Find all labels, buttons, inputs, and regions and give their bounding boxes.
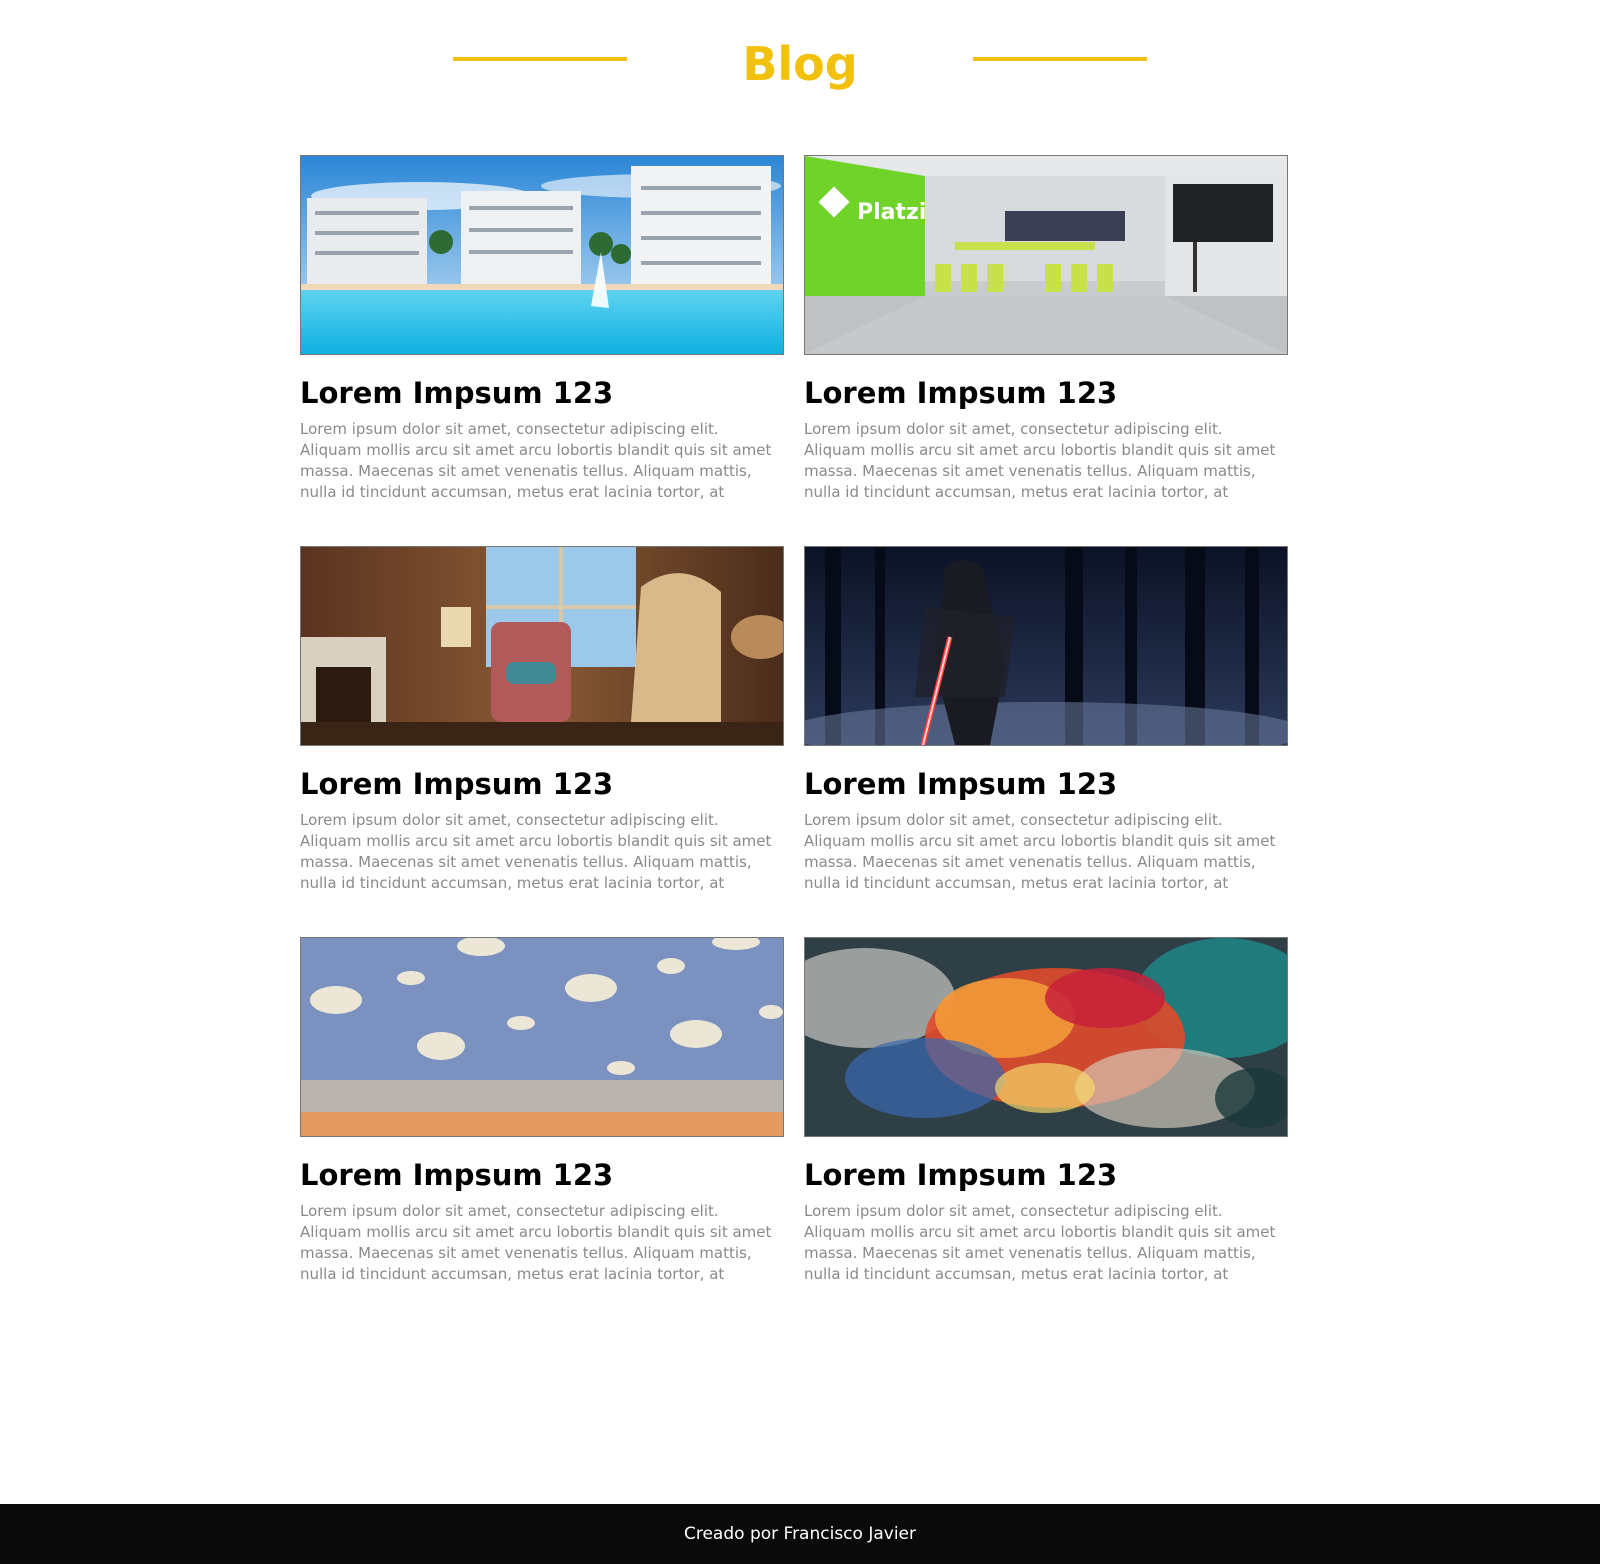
post-excerpt: Lorem ipsum dolor sit amet, consectetur … [300,811,772,892]
post-title[interactable]: Lorem Impsum 123 [300,375,784,411]
post-image-living-room[interactable] [300,546,784,746]
blog-post-card[interactable]: Lorem Impsum 123 Lorem ipsum dolor sit a… [300,937,784,1284]
post-excerpt: Lorem ipsum dolor sit amet, consectetur … [804,420,1276,501]
post-image-resort-pool[interactable] [300,155,784,355]
post-title[interactable]: Lorem Impsum 123 [804,766,1288,802]
platzi-logo-text: Platzi [857,200,926,225]
blog-post-card[interactable]: Platzi Lorem Impsum 123 Lorem ipsum dolo… [804,155,1288,502]
header-right-rule [973,57,1147,61]
blog-post-card[interactable]: Lorem Impsum 123 Lorem ipsum dolor sit a… [300,546,784,893]
post-title[interactable]: Lorem Impsum 123 [300,1157,784,1193]
post-image-cloud-wallpaper[interactable] [300,937,784,1137]
page-title: Blog [742,37,858,91]
post-excerpt: Lorem ipsum dolor sit amet, consectetur … [804,811,1276,892]
blog-post-card[interactable]: Lorem Impsum 123 Lorem ipsum dolor sit a… [300,155,784,502]
blog-header: Blog [0,0,1600,130]
post-excerpt: Lorem ipsum dolor sit amet, consectetur … [300,420,772,501]
page-footer: Creado por Francisco Javier [0,1504,1600,1564]
post-title[interactable]: Lorem Impsum 123 [804,375,1288,411]
blog-posts-grid: Lorem Impsum 123 Lorem ipsum dolor sit a… [300,155,1310,1284]
post-image-platzi-classroom[interactable]: Platzi [804,155,1288,355]
post-image-dark-forest[interactable] [804,546,1288,746]
post-excerpt: Lorem ipsum dolor sit amet, consectetur … [300,1202,772,1283]
blog-post-card[interactable]: Lorem Impsum 123 Lorem ipsum dolor sit a… [804,546,1288,893]
post-excerpt: Lorem ipsum dolor sit amet, consectetur … [804,1202,1276,1283]
footer-credit: Creado por Francisco Javier [683,1524,916,1544]
post-title[interactable]: Lorem Impsum 123 [804,1157,1288,1193]
blog-post-card[interactable]: Lorem Impsum 123 Lorem ipsum dolor sit a… [804,937,1288,1284]
post-title[interactable]: Lorem Impsum 123 [300,766,784,802]
post-image-paint-explosion[interactable] [804,937,1288,1137]
